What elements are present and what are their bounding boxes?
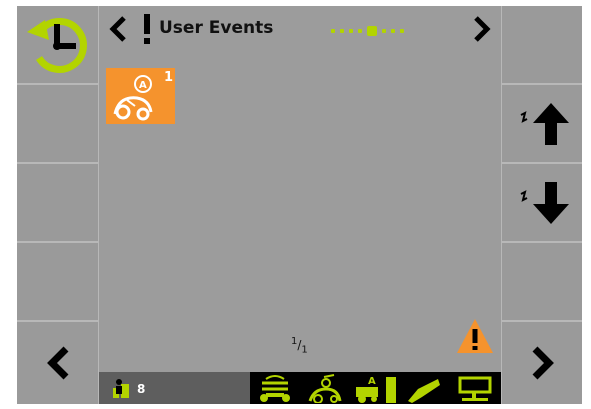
footer-tab-4[interactable]	[400, 372, 450, 404]
footer-tab-1[interactable]	[250, 372, 300, 404]
history-clock-icon	[23, 10, 93, 80]
terminal-screen: User Events A 1 1/1 8 A	[17, 6, 582, 404]
chevron-right-icon	[473, 16, 491, 42]
display-icon	[452, 373, 498, 403]
footer-tab-5[interactable]	[450, 372, 500, 404]
page-dot	[358, 29, 362, 33]
scroll-down-arrow-icon	[513, 178, 573, 228]
page-dot-active	[367, 26, 377, 36]
autopilot-transfer-icon	[252, 373, 298, 403]
nav-back-button[interactable]	[109, 16, 127, 42]
left-button-column	[17, 6, 99, 404]
auto-fill-icon: A	[352, 373, 398, 403]
svg-text:A: A	[368, 376, 376, 387]
page-total: 1	[301, 344, 308, 356]
left-softkey-4[interactable]	[17, 243, 98, 322]
page-counter: 1/1	[291, 336, 308, 356]
operator-count: 8	[137, 382, 146, 396]
page-title: User Events	[159, 18, 274, 38]
page-dot	[349, 29, 353, 33]
page-indicator	[331, 26, 404, 36]
scroll-down-button[interactable]	[502, 164, 582, 243]
svg-text:A: A	[139, 80, 147, 91]
chevron-right-icon	[531, 346, 555, 380]
page-dot	[400, 29, 404, 33]
chevron-left-icon	[46, 346, 70, 380]
header: User Events	[99, 6, 501, 54]
page-forward-button[interactable]	[502, 322, 582, 404]
page-dot	[391, 29, 395, 33]
left-softkey-2[interactable]	[17, 85, 98, 164]
operator-status: 8	[99, 372, 250, 404]
page-back-button[interactable]	[17, 322, 98, 404]
chevron-left-icon	[109, 16, 127, 42]
nav-forward-button[interactable]	[473, 16, 491, 42]
page-dot	[331, 29, 335, 33]
chute-icon	[402, 373, 448, 403]
event-count-badge: 1	[164, 70, 174, 85]
page-dot	[382, 29, 386, 33]
auto-steer-event-icon: A	[109, 72, 165, 122]
right-softkey-1[interactable]	[502, 6, 582, 85]
right-button-column	[501, 6, 582, 404]
footer-bar: 8 A	[99, 372, 501, 404]
right-softkey-4[interactable]	[502, 243, 582, 322]
scroll-up-button[interactable]	[502, 85, 582, 164]
user-event-tile[interactable]: A 1	[106, 68, 175, 124]
footer-tab-3[interactable]: A	[350, 372, 400, 404]
main-panel: User Events A 1 1/1	[99, 6, 501, 404]
footer-tab-2[interactable]	[300, 372, 350, 404]
history-button[interactable]	[17, 6, 98, 85]
left-softkey-3[interactable]	[17, 164, 98, 243]
crop-sensor-icon	[302, 373, 348, 403]
scroll-up-arrow-icon	[513, 99, 573, 149]
warning-triangle-icon[interactable]	[455, 316, 495, 356]
warning-exclamation-icon	[143, 14, 151, 44]
page-dot	[340, 29, 344, 33]
operator-icon	[111, 378, 131, 398]
